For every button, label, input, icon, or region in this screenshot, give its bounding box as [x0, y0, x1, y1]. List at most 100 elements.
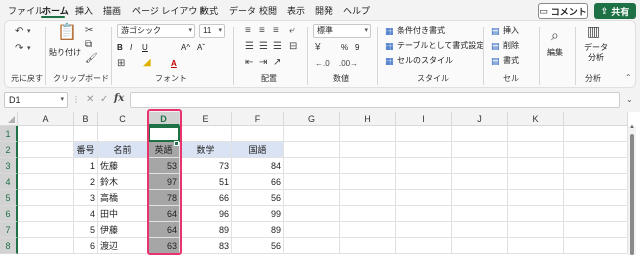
conditional-format-button[interactable]: 条件付き書式	[397, 25, 445, 37]
italic-button[interactable]: I	[130, 42, 132, 54]
data-cell-english[interactable]: 97	[148, 174, 180, 190]
cell-l8[interactable]	[564, 238, 628, 254]
cell-k2[interactable]	[508, 142, 564, 158]
data-cell-name[interactable]: 田中	[98, 206, 148, 222]
data-cell-english[interactable]: 63	[148, 238, 180, 254]
cell-i7[interactable]	[396, 222, 452, 238]
format-as-table-button[interactable]: テーブルとして書式設定	[397, 40, 484, 52]
editing-button[interactable]: 編集	[547, 47, 563, 58]
cell-i6[interactable]	[396, 206, 452, 222]
select-all-button[interactable]	[0, 112, 18, 126]
row-header-7[interactable]: 7	[0, 222, 18, 238]
insert-function-button[interactable]: fx	[114, 93, 124, 104]
data-cell-math[interactable]: 89	[180, 222, 232, 238]
cell-i1[interactable]	[396, 126, 452, 142]
cell-l5[interactable]	[564, 190, 628, 206]
column-header-h[interactable]: H	[340, 112, 396, 126]
cell-k7[interactable]	[508, 222, 564, 238]
underline-button[interactable]: U	[142, 42, 148, 54]
collapse-ribbon-icon[interactable]: ⌃	[625, 73, 632, 82]
column-header-j[interactable]: J	[452, 112, 508, 126]
cell-i3[interactable]	[396, 158, 452, 174]
data-cell-math[interactable]: 51	[180, 174, 232, 190]
cancel-icon[interactable]: ✕	[86, 94, 94, 105]
cell-l3[interactable]	[564, 158, 628, 174]
active-cell-d1[interactable]	[148, 126, 180, 142]
cell-g3[interactable]	[284, 158, 340, 174]
format-cells-button[interactable]: 書式	[503, 55, 519, 67]
data-cell-japanese[interactable]: 99	[232, 206, 284, 222]
cell-k6[interactable]	[508, 206, 564, 222]
cell-k1[interactable]	[508, 126, 564, 142]
menu-page-layout[interactable]: ページ レイアウト	[132, 4, 206, 17]
cell-a6[interactable]	[18, 206, 74, 222]
data-cell-japanese[interactable]: 84	[232, 158, 284, 174]
increase-decimal-icon[interactable]: ←.0	[315, 58, 330, 70]
header-cell-math[interactable]: 数学	[180, 142, 232, 158]
cell-styles-button[interactable]: セルのスタイル	[397, 55, 453, 67]
decrease-indent-icon[interactable]: ⇤	[245, 57, 253, 69]
fill-handle[interactable]	[174, 141, 179, 146]
menu-help[interactable]: ヘルプ	[343, 4, 370, 17]
data-cell-no[interactable]: 4	[74, 206, 98, 222]
formula-input[interactable]	[130, 92, 620, 108]
menu-insert[interactable]: 挿入	[75, 4, 93, 17]
border-icon[interactable]: ⊞	[117, 58, 125, 70]
align-bottom-icon[interactable]: ≡	[273, 25, 279, 37]
cell-j5[interactable]	[452, 190, 508, 206]
cell-b1[interactable]	[74, 126, 98, 142]
undo-icon[interactable]: ↶	[15, 26, 23, 38]
row-header-5[interactable]: 5	[0, 190, 18, 206]
paste-icon[interactable]: 📋	[57, 25, 77, 41]
cell-l1[interactable]	[564, 126, 628, 142]
menu-view[interactable]: 表示	[287, 4, 305, 17]
number-format-dropdown[interactable]: 標準 ▾	[313, 24, 371, 38]
menu-formulas[interactable]: 数式	[200, 4, 218, 17]
data-cell-no[interactable]: 2	[74, 174, 98, 190]
font-size-dropdown[interactable]: 11 ▾	[199, 24, 225, 38]
row-header-2[interactable]: 2	[0, 142, 18, 158]
insert-cells-button[interactable]: 挿入	[503, 25, 519, 37]
delete-cells-button[interactable]: 削除	[503, 40, 519, 52]
cell-j8[interactable]	[452, 238, 508, 254]
cell-i2[interactable]	[396, 142, 452, 158]
scrollbar-thumb[interactable]	[630, 134, 634, 255]
cell-h4[interactable]	[340, 174, 396, 190]
cell-g4[interactable]	[284, 174, 340, 190]
row-header-1[interactable]: 1	[0, 126, 18, 142]
decrease-decimal-icon[interactable]: .00→	[339, 58, 358, 70]
name-box[interactable]: D1 ▾	[4, 92, 68, 108]
cell-a1[interactable]	[18, 126, 74, 142]
column-header-e[interactable]: E	[180, 112, 232, 126]
data-cell-name[interactable]: 鈴木	[98, 174, 148, 190]
cut-icon[interactable]: ✂	[85, 25, 93, 37]
undo-dropdown-icon[interactable]: ▾	[27, 26, 31, 38]
data-cell-english[interactable]: 78	[148, 190, 180, 206]
column-header-c[interactable]: C	[98, 112, 148, 126]
cell-a4[interactable]	[18, 174, 74, 190]
comma-button[interactable]: 9	[355, 42, 359, 54]
column-header-i[interactable]: I	[396, 112, 452, 126]
grow-font-button[interactable]: A^	[181, 42, 190, 54]
expand-formula-bar-icon[interactable]: ⌄	[626, 95, 633, 104]
data-cell-no[interactable]: 3	[74, 190, 98, 206]
font-name-dropdown[interactable]: 游ゴシック ▾	[117, 24, 195, 38]
comment-button[interactable]: ▭ コメント	[538, 3, 588, 19]
wrap-text-icon[interactable]: ⤶	[289, 25, 295, 37]
align-left-icon[interactable]: ☰	[245, 41, 254, 53]
cell-h7[interactable]	[340, 222, 396, 238]
column-header-a[interactable]: A	[18, 112, 74, 126]
cell-j7[interactable]	[452, 222, 508, 238]
worksheet-grid[interactable]: A B C D E F G H I J K 1 2 3 4 5 6 7 8 番号…	[0, 112, 640, 255]
data-cell-english[interactable]: 64	[148, 206, 180, 222]
redo-dropdown-icon[interactable]: ▾	[27, 43, 31, 55]
header-cell-no[interactable]: 番号	[74, 142, 98, 158]
cell-g8[interactable]	[284, 238, 340, 254]
align-middle-icon[interactable]: ≡	[259, 25, 265, 37]
data-cell-math[interactable]: 66	[180, 190, 232, 206]
row-header-3[interactable]: 3	[0, 158, 18, 174]
cell-a5[interactable]	[18, 190, 74, 206]
data-cell-name[interactable]: 伊藤	[98, 222, 148, 238]
fill-color-icon[interactable]: ◢	[143, 57, 151, 69]
cell-j2[interactable]	[452, 142, 508, 158]
